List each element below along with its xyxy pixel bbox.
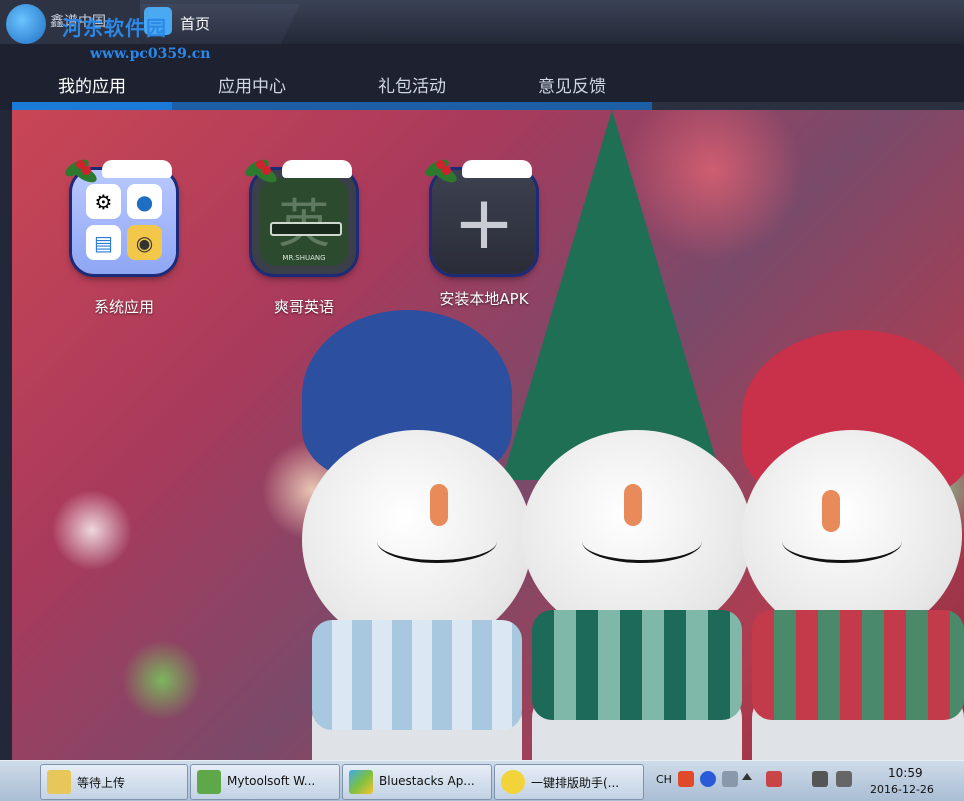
folder-icon xyxy=(47,770,71,794)
taskbar-item-typeset-helper[interactable]: 一键排版助手(... xyxy=(494,764,644,800)
tray-expand-icon[interactable] xyxy=(742,773,752,780)
ime-icon[interactable] xyxy=(678,771,694,787)
app-desktop-area: ⚙ ● ▤ ◉ 系统应用 英 MR.SHUANG 爽哥英语 xyxy=(12,110,964,760)
snowman-scarf xyxy=(532,610,742,720)
english-app-tile: 英 MR.SHUANG xyxy=(260,178,348,266)
holly-icon xyxy=(62,154,100,186)
tab-underline xyxy=(332,102,492,110)
clock-date[interactable]: 2016-12-26 xyxy=(870,783,934,796)
input-language-indicator[interactable]: CH xyxy=(656,773,672,786)
tab-active-indicator xyxy=(12,102,172,110)
snowman-smile xyxy=(582,520,702,563)
snowman-smile xyxy=(782,520,902,563)
snow-decoration xyxy=(462,160,532,178)
title-bar: 鑫谱中国 首页 河东软件园 xyxy=(0,0,964,44)
plus-icon: + xyxy=(452,180,515,266)
taskbar-item-upload-folder[interactable]: 等待上传 xyxy=(40,764,188,800)
app-system-apps-label: 系统应用 xyxy=(93,298,154,316)
settings-icon: ⚙ xyxy=(86,184,121,219)
taskbar-item-mytoolsoft[interactable]: Mytoolsoft W... xyxy=(190,764,340,800)
taskbar-item-label: Mytoolsoft W... xyxy=(227,774,316,788)
clock-time[interactable]: 10:59 xyxy=(888,766,923,780)
tab-feedback-label: 意见反馈 xyxy=(538,77,606,97)
bluestacks-icon xyxy=(349,770,373,794)
snowman-scarf xyxy=(752,610,964,720)
system-apps-grid: ⚙ ● ▤ ◉ xyxy=(86,184,162,260)
snowman-scarf xyxy=(312,620,522,730)
left-border xyxy=(0,110,12,760)
tab-feedback[interactable]: 意见反馈 xyxy=(492,44,652,110)
english-app-icon[interactable]: 英 MR.SHUANG xyxy=(242,156,356,274)
browser-icon: ● xyxy=(127,184,162,219)
file-manager-icon: ▤ xyxy=(86,225,121,260)
app-logo-icon xyxy=(6,4,46,44)
install-apk-icon[interactable]: + xyxy=(422,156,536,274)
image-app-icon xyxy=(197,770,221,794)
ime-settings-icon[interactable] xyxy=(722,771,738,787)
taskbar: 等待上传 Mytoolsoft W... Bluestacks Ap... 一键… xyxy=(0,760,964,801)
camera-icon: ◉ xyxy=(127,225,162,260)
nav-rest-bar xyxy=(652,102,964,110)
english-app-glyph: 英 xyxy=(260,182,348,257)
system-apps-icon[interactable]: ⚙ ● ▤ ◉ xyxy=(62,156,176,274)
taskbar-item-label: 一键排版助手(... xyxy=(531,776,620,790)
help-icon[interactable] xyxy=(700,771,716,787)
taskbar-item-label: Bluestacks Ap... xyxy=(379,774,475,788)
network-icon[interactable] xyxy=(812,771,828,787)
tab-gift-events-label: 礼包活动 xyxy=(378,77,446,97)
app-install-local-apk[interactable]: + 安装本地APK xyxy=(414,156,554,309)
snowman-smile xyxy=(377,520,497,563)
snow-decoration xyxy=(282,160,352,178)
watermark-logo: 河东软件园 xyxy=(62,16,167,40)
english-app-caption: MR.SHUANG xyxy=(282,254,326,262)
volume-icon[interactable] xyxy=(836,771,852,787)
holly-icon xyxy=(422,154,460,186)
tab-underline xyxy=(492,102,652,110)
app-install-local-apk-label: 安装本地APK xyxy=(439,290,529,308)
snow-decoration xyxy=(102,160,172,178)
app-shuangge-english-label: 爽哥英语 xyxy=(273,298,334,316)
tab-gift-events[interactable]: 礼包活动 xyxy=(332,44,492,110)
action-center-icon[interactable] xyxy=(766,771,782,787)
app-shuangge-english[interactable]: 英 MR.SHUANG 爽哥英语 xyxy=(234,156,374,317)
taskbar-item-label: 等待上传 xyxy=(77,776,126,790)
home-tab-label: 首页 xyxy=(180,15,211,33)
typeset-app-icon xyxy=(501,770,525,794)
holly-icon xyxy=(242,154,280,186)
tab-underline xyxy=(172,102,332,110)
watermark-url: www.pc0359.cn xyxy=(90,46,211,62)
taskbar-item-bluestacks[interactable]: Bluestacks Ap... xyxy=(342,764,492,800)
english-app-bar xyxy=(270,222,342,236)
app-system-apps[interactable]: ⚙ ● ▤ ◉ 系统应用 xyxy=(54,156,194,317)
